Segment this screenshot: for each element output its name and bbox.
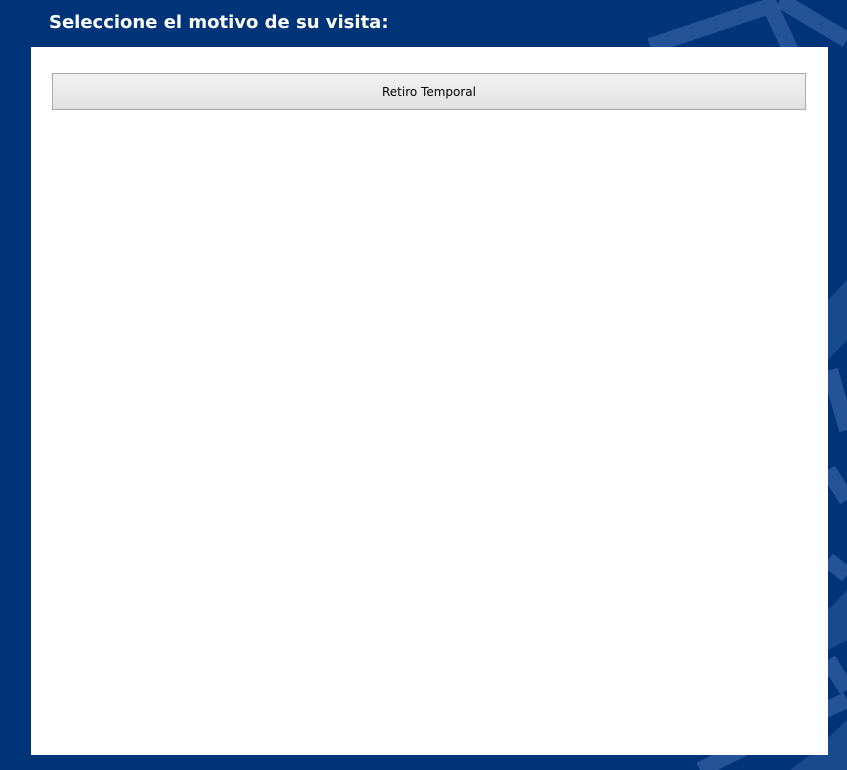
page-title: Seleccione el motivo de su visita: — [49, 12, 389, 33]
content-panel: Retiro Temporal — [31, 47, 828, 755]
option-button-retiro-temporal[interactable]: Retiro Temporal — [52, 73, 806, 110]
app-window: Seleccione el motivo de su visita: Retir… — [0, 0, 847, 770]
option-label: Retiro Temporal — [382, 84, 476, 99]
